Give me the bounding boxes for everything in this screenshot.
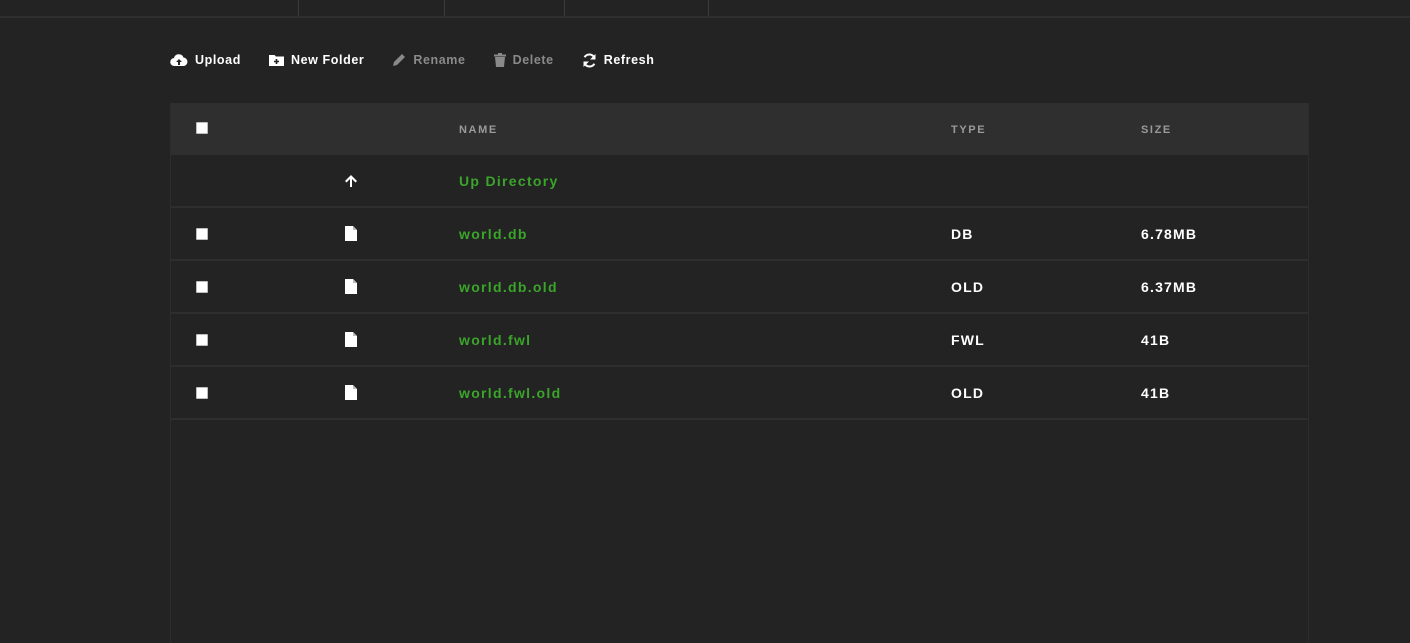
file-size: 6.37MB [1141, 278, 1198, 295]
file-size: 41B [1141, 331, 1171, 348]
table-row[interactable]: world.fwl.old OLD 41B [171, 367, 1308, 420]
table-row[interactable]: world.fwl FWL 41B [171, 314, 1308, 367]
tab-divider [708, 0, 709, 16]
file-name-link[interactable]: world.db.old [459, 279, 558, 295]
delete-label: Delete [512, 53, 554, 67]
row-checkbox[interactable] [196, 227, 208, 240]
file-name-link[interactable]: world.fwl [459, 332, 531, 348]
file-type: FWL [951, 331, 985, 348]
pencil-icon [393, 54, 406, 66]
table-row[interactable]: world.db.old OLD 6.37MB [171, 261, 1308, 314]
row-checkbox[interactable] [196, 280, 208, 293]
tab-divider [564, 0, 565, 16]
top-tab-bar [0, 0, 1410, 18]
file-icon [345, 314, 357, 365]
new-folder-label: New Folder [290, 53, 365, 67]
row-checkbox[interactable] [196, 386, 208, 399]
table-row[interactable]: world.db DB 6.78MB [171, 208, 1308, 261]
table-header: NAME TYPE SIZE [171, 103, 1308, 155]
file-icon [345, 261, 357, 312]
upload-button[interactable]: Upload [170, 53, 241, 67]
up-directory-link[interactable]: Up Directory [459, 173, 559, 189]
rename-button[interactable]: Rename [392, 53, 465, 67]
new-folder-button[interactable]: New Folder [268, 53, 365, 67]
upload-label: Upload [195, 53, 241, 67]
column-header-size[interactable]: SIZE [1141, 124, 1172, 136]
up-arrow-icon [344, 155, 358, 206]
refresh-icon [583, 52, 596, 68]
file-type: OLD [951, 384, 985, 401]
file-name-link[interactable]: world.fwl.old [459, 385, 561, 401]
file-icon [345, 208, 357, 259]
file-type: OLD [951, 278, 985, 295]
file-type: DB [951, 225, 974, 242]
tab-divider [444, 0, 445, 16]
column-header-name[interactable]: NAME [459, 124, 498, 136]
refresh-button[interactable]: Refresh [582, 52, 655, 68]
trash-icon [493, 53, 506, 67]
file-icon [345, 367, 357, 418]
refresh-label: Refresh [603, 53, 655, 67]
file-size: 41B [1141, 384, 1171, 401]
file-table: NAME TYPE SIZE Up Directory world.db DB 6.… [170, 103, 1309, 643]
select-all-checkbox[interactable] [196, 122, 208, 134]
file-name-link[interactable]: world.db [459, 226, 528, 242]
up-directory-row[interactable]: Up Directory [171, 155, 1308, 208]
delete-button[interactable]: Delete [493, 53, 554, 67]
folder-plus-icon [268, 55, 284, 66]
cloud-upload-icon [170, 54, 188, 67]
rename-label: Rename [413, 53, 466, 67]
row-checkbox[interactable] [196, 333, 208, 346]
file-toolbar: Upload New Folder Rename Delete Refresh [170, 50, 682, 70]
file-size: 6.78MB [1141, 225, 1198, 242]
column-header-type[interactable]: TYPE [951, 124, 986, 136]
tab-divider [298, 0, 299, 16]
